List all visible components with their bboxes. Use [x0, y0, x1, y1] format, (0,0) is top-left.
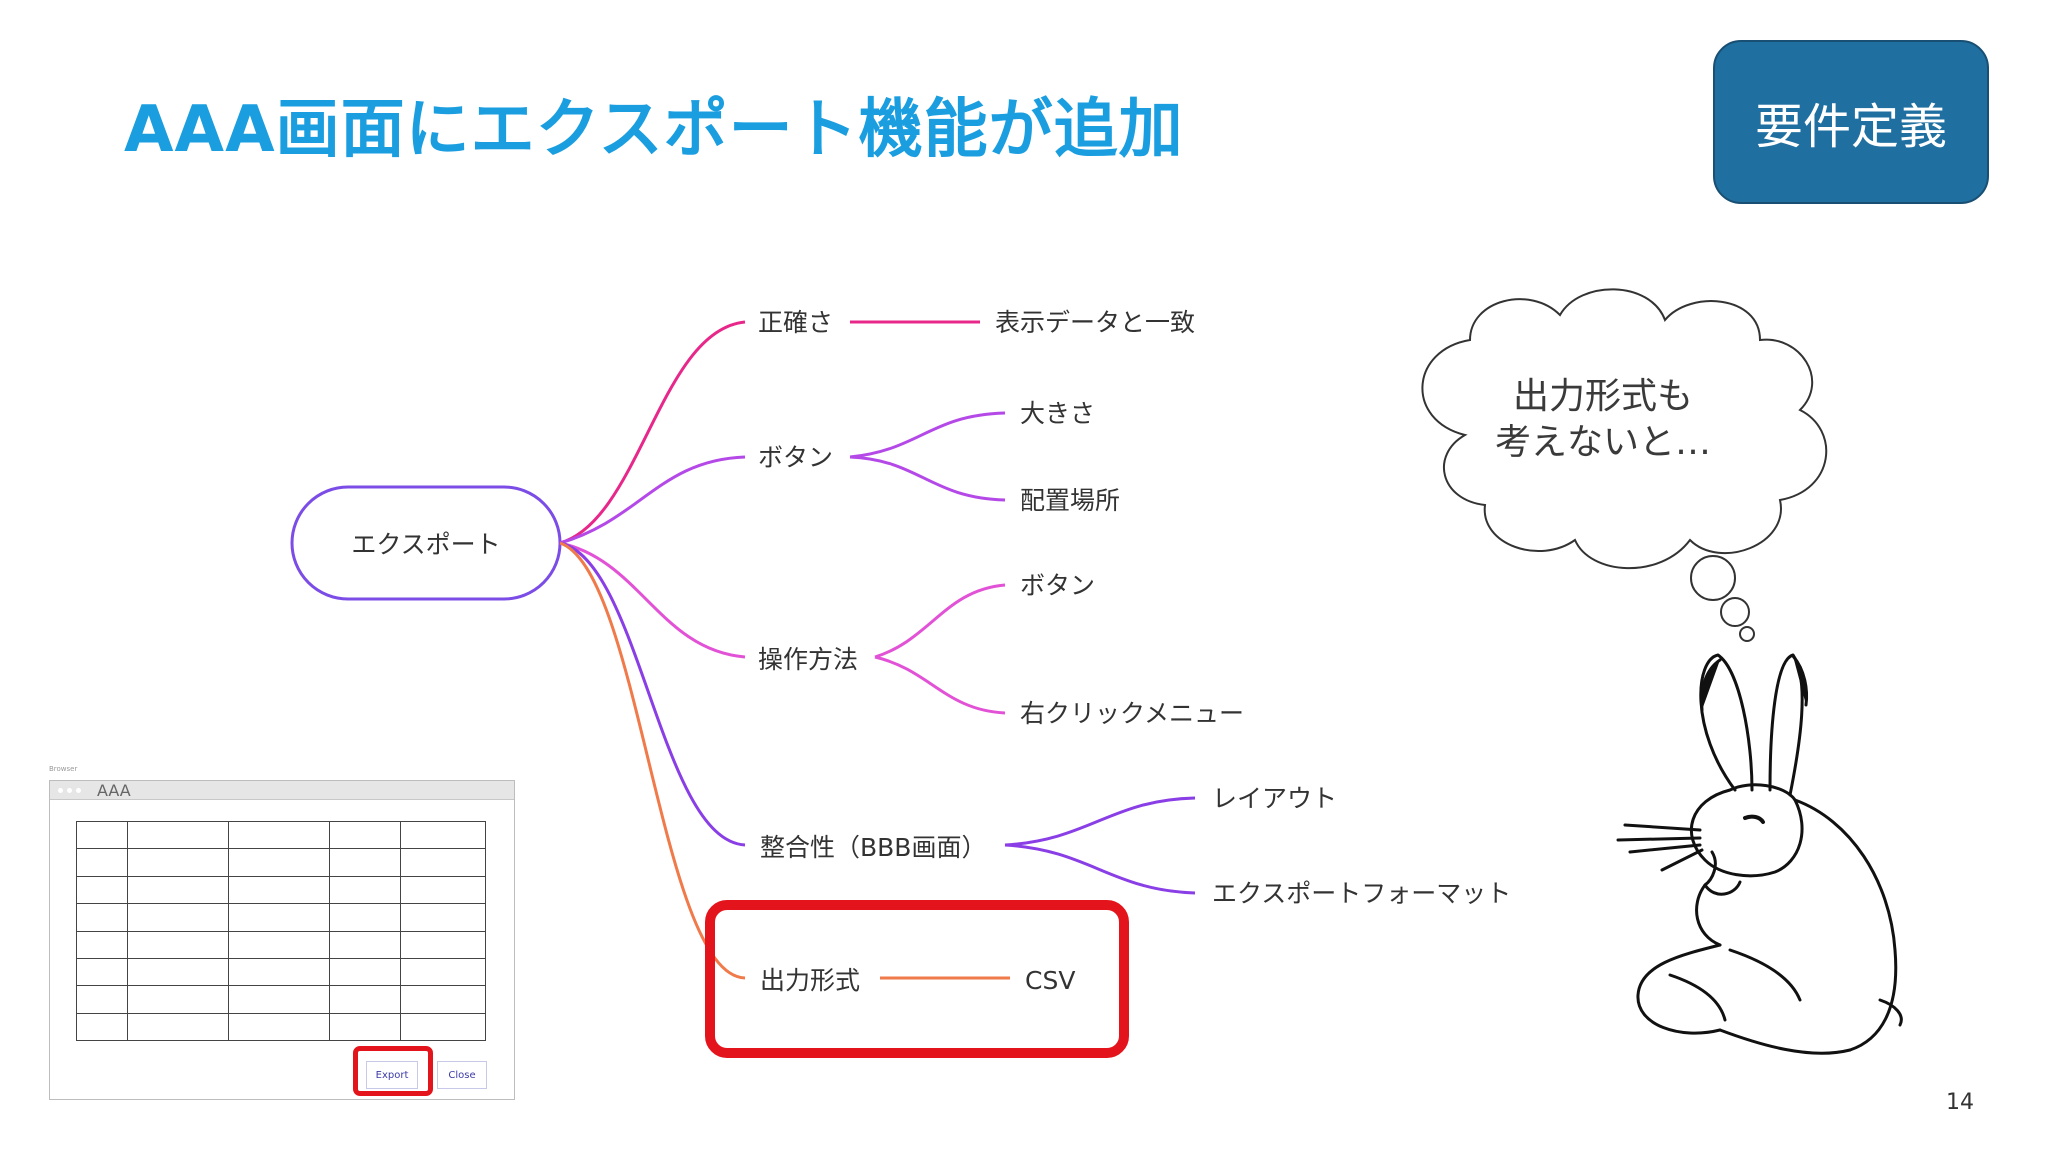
- browser-title-bar: AAA: [50, 781, 514, 800]
- table-row: [76, 957, 486, 987]
- branch-operation: 操作方法: [758, 645, 858, 674]
- table-row: [76, 903, 486, 932]
- connector-operation-button: [874, 583, 1006, 659]
- browser-caption: Browser: [49, 765, 78, 773]
- leaf-placement: 配置場所: [1020, 486, 1120, 515]
- data-grid: [76, 820, 486, 1042]
- mindmap-root-label: エクスポート: [351, 530, 500, 559]
- close-button[interactable]: Close: [437, 1061, 487, 1089]
- leaf-export-format: エクスポートフォーマット: [1212, 879, 1511, 908]
- connector-button: [559, 455, 746, 545]
- mock-browser-window: AAA Export Close: [49, 780, 515, 1100]
- leaf-right-click-menu: 右クリックメニュー: [1020, 699, 1244, 728]
- export-button-highlight: [353, 1046, 433, 1096]
- connector-button-place: [849, 455, 1006, 502]
- window-dot-icon: [76, 787, 81, 793]
- thought-line-2: 考えないと…: [1495, 422, 1711, 463]
- branch-button: ボタン: [758, 443, 833, 472]
- thinking-rabbit-illustration: [1616, 653, 1903, 1055]
- table-row: [76, 820, 486, 850]
- table-row: [76, 875, 486, 905]
- thought-dot-small: [1739, 626, 1755, 642]
- connector-accuracy: [559, 320, 746, 545]
- connector-operation-rightclick: [874, 655, 1006, 715]
- thought-line-1: 出力形式も: [1513, 376, 1693, 417]
- connector-consistency-layout: [1004, 796, 1196, 847]
- table-row: [76, 985, 486, 1014]
- connector-consistency: [559, 541, 746, 847]
- thought-dot-large: [1690, 555, 1736, 601]
- table-row: [76, 930, 486, 959]
- leaf-layout: レイアウト: [1212, 784, 1337, 813]
- thought-dot-medium: [1720, 597, 1750, 627]
- window-dot-icon: [58, 787, 63, 793]
- page-number: 14: [1946, 1090, 1974, 1115]
- connector-button-size: [849, 411, 1006, 459]
- leaf-display-data-match: 表示データと一致: [995, 308, 1195, 337]
- leaf-operation-button: ボタン: [1020, 571, 1095, 600]
- window-dot-icon: [67, 787, 72, 793]
- table-row: [76, 848, 486, 877]
- leaf-size: 大きさ: [1020, 399, 1095, 428]
- connector-consistency-format: [1004, 843, 1196, 895]
- output-format-highlight: [705, 900, 1129, 1058]
- branch-accuracy: 正確さ: [758, 308, 833, 337]
- branch-consistency: 整合性（BBB画面）: [760, 833, 986, 862]
- browser-window-title: AAA: [97, 780, 131, 800]
- table-row: [76, 1012, 486, 1042]
